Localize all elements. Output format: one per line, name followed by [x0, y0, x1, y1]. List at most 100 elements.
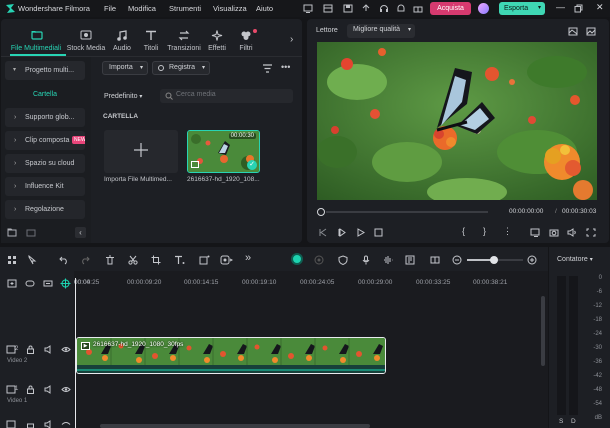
sidebar-item-clip-composta[interactable]: › Clip composta NEW	[5, 131, 85, 150]
monitor-icon[interactable]	[303, 4, 313, 13]
play-icon[interactable]	[356, 228, 366, 237]
speaker-icon[interactable]	[44, 420, 54, 428]
sidebar-item-influence-kit[interactable]: › Influence Kit	[5, 177, 85, 196]
more-tools-icon[interactable]: »	[245, 252, 251, 264]
menu-file[interactable]: File	[104, 4, 116, 13]
sidebar-item-supporto-globale[interactable]: › Supporto glob...	[5, 108, 85, 127]
tab-filtri[interactable]: Filtri	[232, 22, 260, 55]
lock-icon[interactable]	[26, 385, 35, 394]
close-icon[interactable]: ✕	[596, 2, 604, 13]
redo-icon[interactable]	[80, 255, 90, 265]
play-frame-icon[interactable]	[337, 228, 347, 237]
speaker-icon[interactable]	[44, 345, 54, 354]
snapshot-icon[interactable]	[568, 27, 578, 36]
link-icon[interactable]	[25, 279, 35, 288]
speaker-icon[interactable]	[44, 385, 54, 394]
eye-icon[interactable]	[61, 420, 71, 428]
tab-titoli[interactable]: Titoli	[137, 22, 165, 55]
collapse-sidebar-icon[interactable]: ‹	[75, 227, 86, 238]
image-icon[interactable]	[586, 27, 596, 36]
camera-icon[interactable]	[549, 228, 559, 237]
timeline-clip[interactable]: ▶ 2616637-hd_1920_1080_30fps	[76, 337, 386, 374]
vertical-scrollbar[interactable]	[541, 296, 545, 366]
crop-icon[interactable]	[151, 255, 161, 265]
effects-tool-icon[interactable]	[220, 255, 233, 265]
import-media-tile[interactable]	[104, 130, 178, 173]
more-options-icon[interactable]: ⋮	[503, 226, 512, 237]
new-folder-icon[interactable]	[7, 228, 17, 237]
layout-icon[interactable]	[323, 4, 333, 13]
player-progress-track[interactable]	[326, 211, 488, 213]
gift-icon[interactable]	[413, 4, 423, 13]
horizontal-scrollbar[interactable]	[100, 424, 370, 428]
undo-icon[interactable]	[59, 255, 69, 265]
eye-icon[interactable]	[61, 385, 71, 394]
stop-icon[interactable]	[374, 228, 383, 237]
snap-icon[interactable]	[60, 278, 71, 289]
magnet-icon[interactable]	[43, 279, 53, 288]
tab-label: Stock Media	[66, 45, 106, 52]
sidebar-item-project[interactable]: ▾ Progetto multi...	[5, 61, 85, 80]
headset-icon[interactable]	[379, 4, 389, 13]
sidebar-item-spazio-cloud[interactable]: › Spazio su cloud	[5, 154, 85, 173]
upload-icon[interactable]	[361, 4, 371, 13]
eye-icon[interactable]	[61, 345, 71, 354]
add-track-icon[interactable]	[7, 279, 17, 288]
folder-icon[interactable]	[26, 228, 36, 237]
delete-icon[interactable]	[105, 255, 115, 265]
tab-audio[interactable]: Audio	[108, 22, 136, 55]
buy-button[interactable]: Acquista	[430, 2, 471, 15]
export-button[interactable]: Esporta ▾	[499, 2, 545, 15]
tab-effetti[interactable]: Effetti	[203, 22, 231, 55]
fullscreen-icon[interactable]	[586, 228, 596, 237]
filter-list-icon[interactable]	[262, 64, 273, 73]
zoom-out-icon[interactable]	[452, 255, 462, 265]
menu-aiuto[interactable]: Aiuto	[256, 4, 273, 13]
more-options-icon[interactable]: •••	[281, 62, 290, 72]
audio-mix-icon[interactable]	[383, 255, 393, 265]
chevron-right-icon[interactable]: ›	[290, 34, 293, 45]
shape-tool-icon[interactable]	[199, 255, 210, 265]
shield-icon[interactable]	[338, 255, 348, 265]
volume-icon[interactable]	[567, 228, 577, 237]
menu-modifica[interactable]: Modifica	[128, 4, 156, 13]
playhead-handle[interactable]	[317, 208, 325, 216]
scissors-icon[interactable]	[128, 255, 138, 265]
motion-track-icon[interactable]	[314, 255, 324, 265]
text-tool-icon[interactable]	[174, 255, 185, 265]
sort-dropdown[interactable]: Predefinito ▾	[104, 90, 152, 103]
meter-dropdown[interactable]: Contatore ▾	[557, 256, 605, 263]
zoom-slider-thumb[interactable]	[490, 256, 498, 264]
menu-visualizza[interactable]: Visualizza	[213, 4, 247, 13]
restore-icon[interactable]	[574, 4, 583, 13]
grid-icon[interactable]	[7, 255, 17, 265]
lock-icon[interactable]	[26, 420, 35, 428]
media-thumbnail[interactable]: 00:00:30 ✓	[187, 130, 260, 173]
bell-icon[interactable]	[396, 4, 406, 13]
avatar[interactable]	[478, 3, 489, 14]
tab-transizioni[interactable]: Transizioni	[166, 22, 202, 55]
layout-toggle-icon[interactable]	[430, 255, 440, 265]
sidebar-item-cartella[interactable]: Cartella	[5, 85, 85, 104]
lock-icon[interactable]	[26, 345, 35, 354]
sidebar-item-regolazione[interactable]: › Regolazione	[5, 200, 85, 219]
ai-mode-icon[interactable]	[291, 253, 303, 265]
tab-file-multimediali[interactable]: File Multimediali	[6, 22, 66, 56]
display-icon[interactable]	[530, 228, 540, 237]
menu-strumenti[interactable]: Strumenti	[169, 4, 201, 13]
mark-out-icon[interactable]: }	[483, 226, 486, 236]
search-input[interactable]: Cerca media	[160, 89, 293, 103]
render-icon[interactable]	[405, 255, 415, 265]
select-tool-icon[interactable]	[27, 255, 37, 265]
save-icon[interactable]	[343, 4, 353, 13]
zoom-slider[interactable]	[467, 256, 523, 264]
minimize-icon[interactable]: —	[556, 2, 565, 12]
microphone-icon[interactable]	[361, 255, 371, 265]
tab-stock-media[interactable]: Stock Media	[66, 22, 106, 55]
quality-dropdown[interactable]: Migliore qualità ▾	[347, 24, 415, 38]
record-button[interactable]: Registra ▾	[152, 61, 210, 75]
mark-in-icon[interactable]: {	[462, 226, 465, 236]
previous-frame-icon[interactable]	[318, 228, 328, 237]
import-button[interactable]: Importa ▾	[102, 61, 148, 75]
zoom-in-icon[interactable]	[527, 255, 537, 265]
